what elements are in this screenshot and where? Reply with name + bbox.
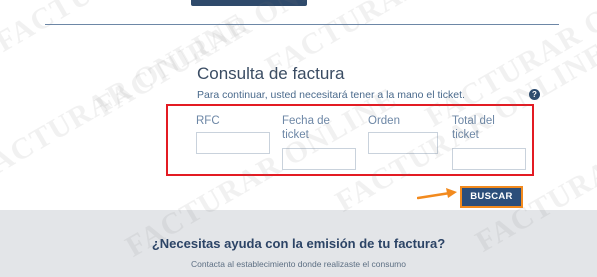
help-title: ¿Necesitas ayuda con la emisión de tu fa…	[151, 236, 446, 251]
rfc-label: RFC	[196, 115, 220, 127]
rfc-input[interactable]	[196, 132, 270, 154]
total-input[interactable]	[452, 148, 526, 170]
total-label: Total del ticket	[452, 115, 495, 141]
orden-label: Orden	[368, 115, 400, 127]
form-instructions: Para continuar, usted necesitará tener a…	[197, 89, 465, 101]
help-text: Contacta al establecimiento donde realiz…	[191, 259, 406, 269]
page-title: Consulta de factura	[197, 64, 345, 83]
orden-input[interactable]	[368, 132, 438, 154]
fecha-input[interactable]	[282, 148, 356, 170]
help-icon[interactable]: ?	[529, 89, 540, 100]
divider	[45, 24, 559, 25]
buscar-button[interactable]: BUSCAR	[460, 186, 523, 208]
top-tab	[191, 0, 307, 6]
fecha-label: Fecha de ticket	[282, 115, 330, 141]
pointer-arrow-icon	[417, 188, 457, 200]
watermark-text: FACTURAR ONLINE	[0, 0, 273, 59]
